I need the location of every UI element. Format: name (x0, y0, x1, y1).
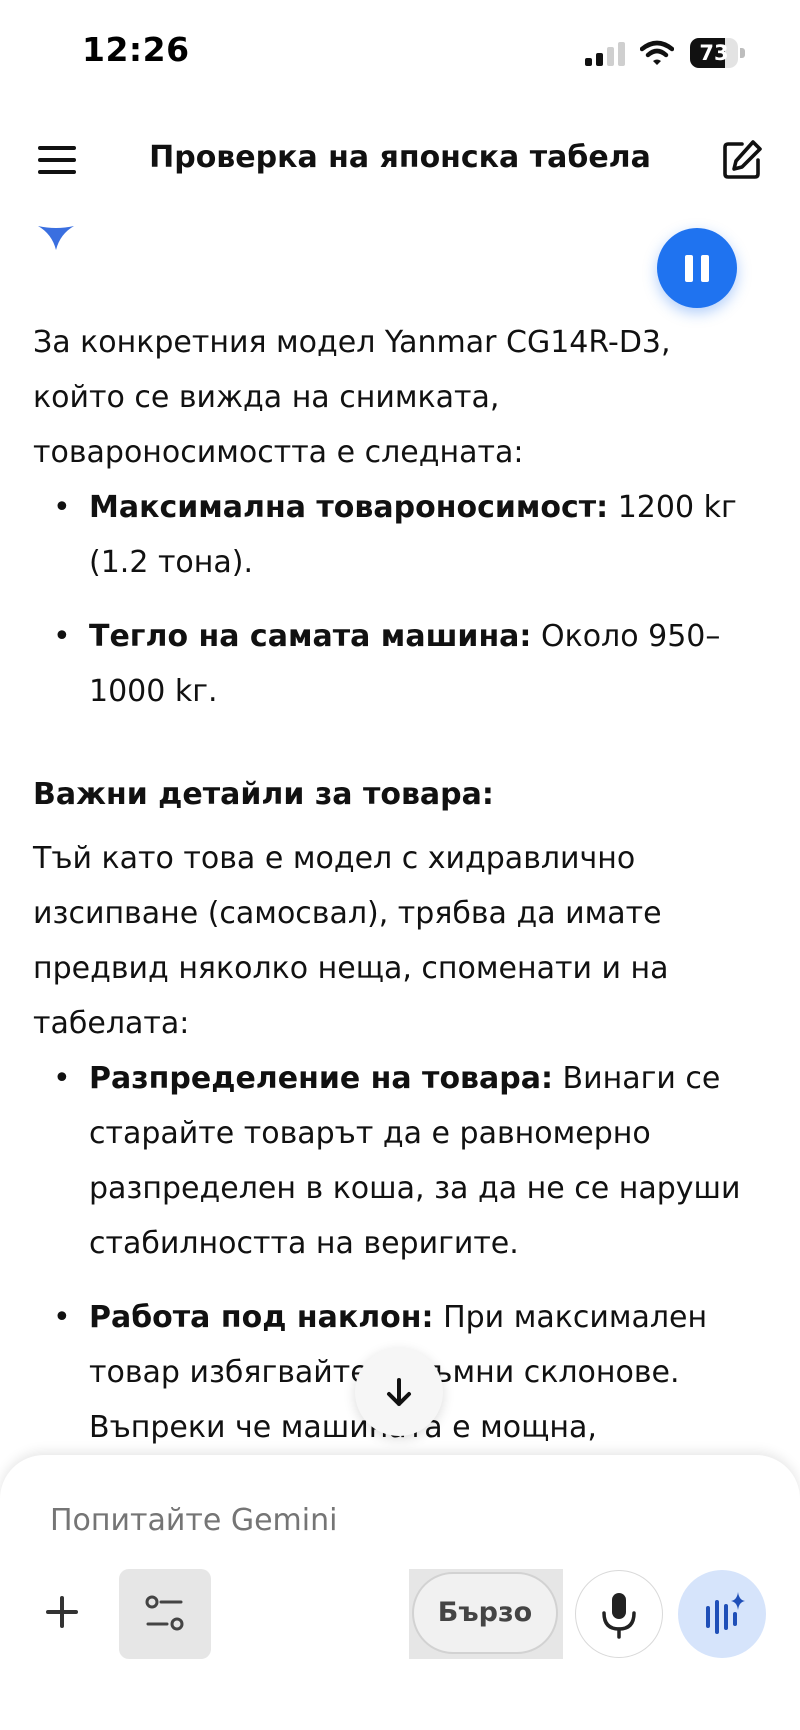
status-time: 12:26 (82, 30, 190, 69)
battery-icon: 73 (690, 38, 746, 68)
spec-item: Максимална товароносимост: 1200 kг (1.2 … (33, 480, 763, 590)
gemini-response: За конкретния модел Yanmar CG14R-D3, кой… (33, 315, 763, 1455)
microphone-button[interactable] (575, 1570, 663, 1658)
mode-selector[interactable]: Бързо (409, 1569, 563, 1659)
live-waveform-icon (706, 1592, 745, 1634)
chat-title: Проверка на японска табела (149, 140, 651, 175)
spec-list: Максимална товароносимост: 1200 kг (1.2 … (33, 480, 763, 719)
tools-icon (145, 1595, 184, 1631)
prompt-composer: Бързо (0, 1455, 800, 1730)
response-paragraph: Тъй като това е модел с хидравлично изси… (33, 841, 669, 1041)
wifi-icon (640, 40, 674, 65)
detail-item: Разпределение на товара: Винаги се стара… (33, 1051, 763, 1271)
edit-icon (723, 140, 762, 179)
spec-item: Тегло на самата машина: Около 950–1000 k… (33, 609, 763, 719)
pause-button[interactable] (657, 228, 737, 308)
response-intro: За конкретния модел Yanmar CG14R-D3, кой… (33, 325, 671, 470)
scroll-to-bottom-button[interactable] (355, 1348, 443, 1436)
signal-icon (585, 42, 625, 66)
scroll-down-arrow-icon (387, 1378, 411, 1406)
add-button[interactable] (40, 1590, 84, 1634)
microphone-icon (602, 1593, 636, 1639)
new-chat-button[interactable] (720, 138, 764, 182)
battery-level-text: 73 (699, 41, 729, 65)
menu-button[interactable] (34, 138, 78, 182)
live-button[interactable] (678, 1570, 766, 1658)
status-bar: 12:26 73 (0, 0, 800, 105)
mode-selector-label: Бързо (412, 1572, 558, 1654)
tools-button[interactable] (119, 1569, 211, 1659)
section-heading: Важни детайли за товара: (33, 777, 494, 812)
app-header: Проверка на японска табела (0, 120, 800, 202)
prompt-input[interactable] (50, 1503, 700, 1538)
gemini-spark-icon (38, 226, 74, 250)
